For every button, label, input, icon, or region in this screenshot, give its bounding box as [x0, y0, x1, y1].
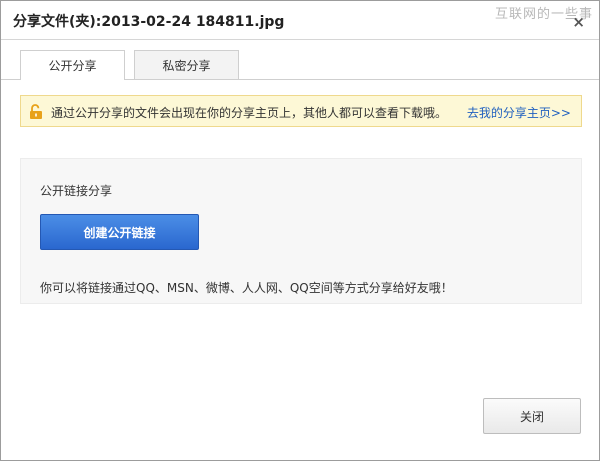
dialog-titlebar: 分享文件(夹):2013-02-24 184811.jpg 互联网的一些事 ×: [1, 1, 599, 40]
share-tabs: 公开分享 私密分享: [1, 40, 599, 80]
notice-bar: 通过公开分享的文件会出现在你的分享主页上，其他人都可以查看下载哦。 去我的分享主…: [20, 95, 582, 127]
close-button[interactable]: 关闭: [483, 398, 581, 434]
share-description: 你可以将链接通过QQ、MSN、微博、人人网、QQ空间等方式分享给好友哦！: [40, 281, 453, 295]
public-link-label: 公开链接分享: [40, 184, 113, 198]
my-share-home-link[interactable]: 去我的分享主页>>: [467, 104, 571, 121]
unlock-icon: [30, 104, 42, 119]
share-dialog: 分享文件(夹):2013-02-24 184811.jpg 互联网的一些事 × …: [0, 0, 600, 461]
tab-label: 私密分享: [162, 58, 211, 73]
close-icon[interactable]: ×: [572, 15, 585, 30]
tab-private-share[interactable]: 私密分享: [134, 50, 239, 79]
tab-public-share[interactable]: 公开分享: [20, 50, 125, 80]
tab-label: 公开分享: [48, 59, 97, 73]
dialog-title: 分享文件(夹):2013-02-24 184811.jpg: [13, 14, 285, 30]
public-link-panel: 公开链接分享 创建公开链接 你可以将链接通过QQ、MSN、微博、人人网、QQ空间…: [20, 158, 582, 304]
create-public-link-button[interactable]: 创建公开链接: [40, 214, 199, 250]
notice-text: 通过公开分享的文件会出现在你的分享主页上，其他人都可以查看下载哦。: [51, 106, 448, 120]
